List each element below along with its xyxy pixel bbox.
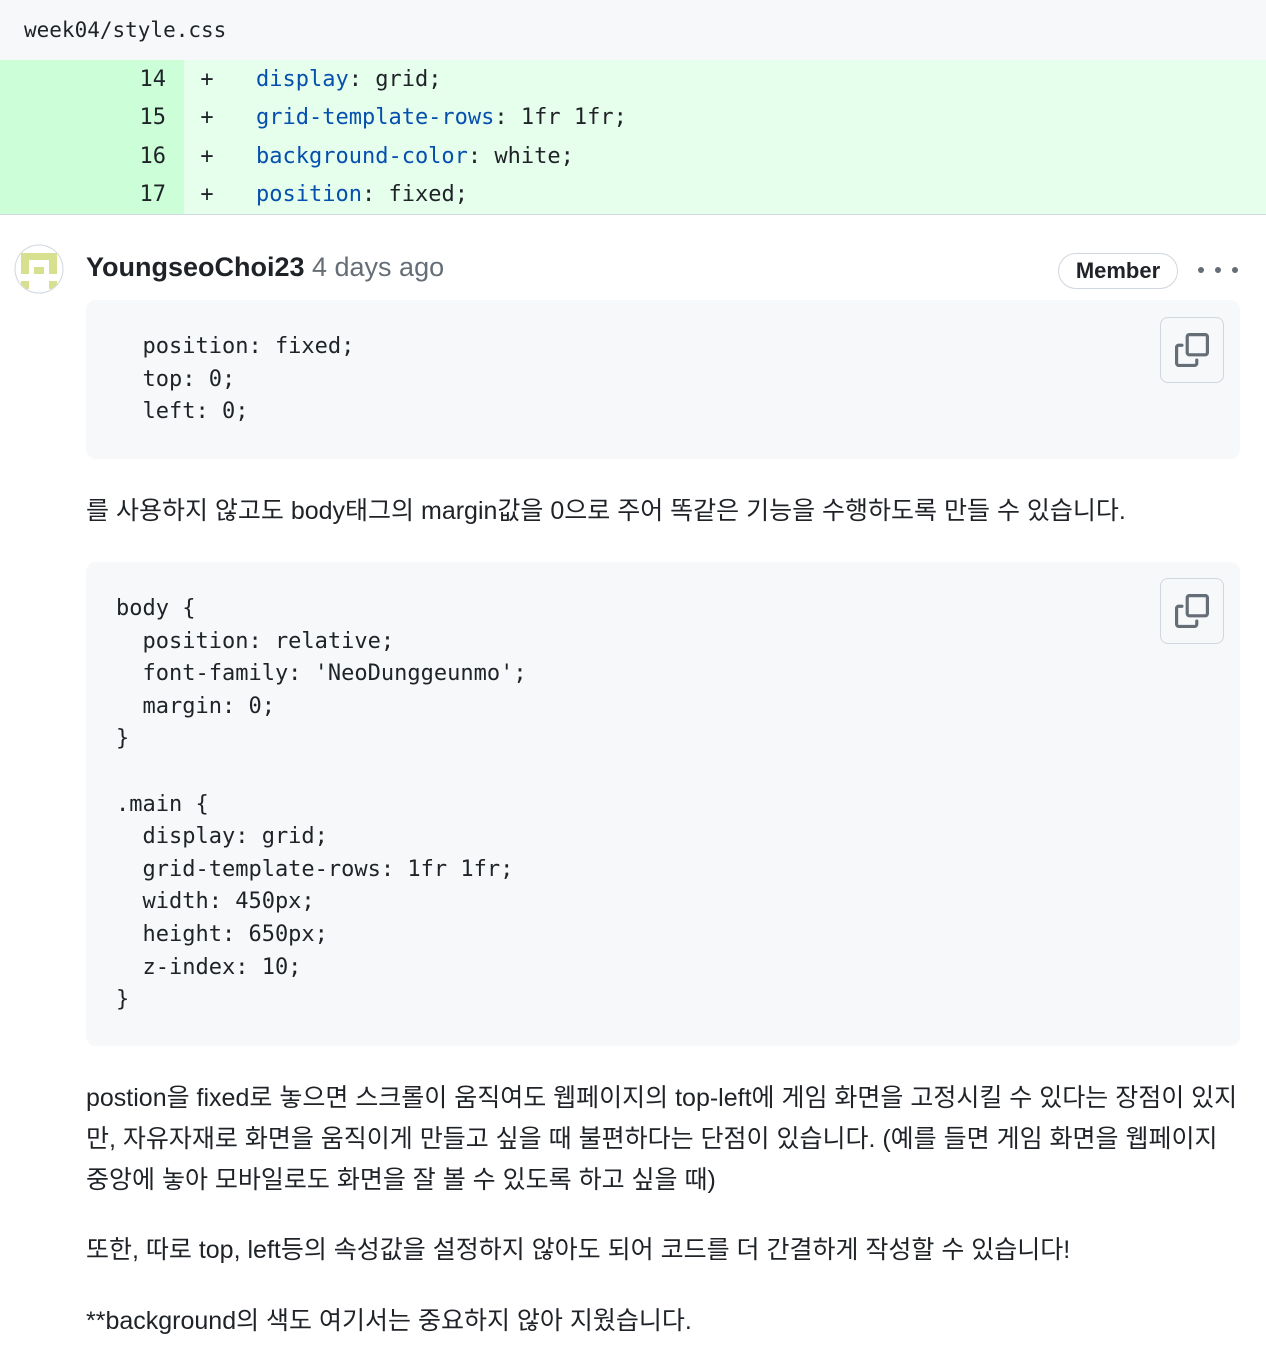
comment-author[interactable]: YoungseoChoi23 bbox=[86, 252, 305, 283]
css-value: grid; bbox=[361, 66, 442, 92]
line-number[interactable]: 17 bbox=[0, 175, 184, 214]
diff-add-sign: + bbox=[200, 66, 214, 92]
copy-icon bbox=[1175, 594, 1209, 628]
css-property: grid-template-rows bbox=[256, 105, 495, 131]
comment-timestamp[interactable]: 4 days ago bbox=[312, 252, 444, 283]
code-block-2: body { position: relative; font-family: … bbox=[86, 562, 1240, 1046]
line-number[interactable]: 15 bbox=[0, 98, 184, 137]
css-property: display bbox=[256, 66, 349, 92]
diff-line: 17 + position: fixed; bbox=[0, 175, 1266, 214]
diff-code: background-color: white; bbox=[256, 143, 574, 169]
kebab-horizontal-icon bbox=[1198, 267, 1204, 273]
avatar[interactable] bbox=[14, 244, 64, 299]
comment-paragraph: 를 사용하지 않고도 body태그의 margin값을 0으로 주어 똑같은 기… bbox=[86, 497, 1126, 525]
line-number[interactable]: 14 bbox=[0, 60, 184, 99]
copy-button[interactable] bbox=[1160, 317, 1224, 383]
copy-button[interactable] bbox=[1160, 578, 1224, 644]
diff-code: display: grid; bbox=[256, 66, 442, 92]
code-block-text: position: fixed; top: 0; left: 0; bbox=[142, 334, 355, 425]
line-number[interactable]: 16 bbox=[0, 137, 184, 176]
member-badge: Member bbox=[1058, 253, 1178, 289]
comment-paragraph: **background의 색도 여기서는 중요하지 않아 지웠습니다. bbox=[86, 1307, 692, 1335]
diff-add-sign: + bbox=[200, 182, 214, 208]
css-value: fixed; bbox=[375, 182, 468, 208]
comment-paragraph: postion을 fixed로 놓으면 스크롤이 움직여도 웹페이지의 top-… bbox=[86, 1084, 1238, 1194]
diff-code: grid-template-rows: 1fr 1fr; bbox=[256, 105, 627, 131]
diff-line: 15 + grid-template-rows: 1fr 1fr; bbox=[0, 98, 1266, 137]
diff-code: position: fixed; bbox=[256, 182, 468, 208]
diff-add-sign: + bbox=[200, 105, 214, 131]
copy-icon bbox=[1175, 333, 1209, 367]
diff-line: 14 + display: grid; bbox=[0, 60, 1266, 99]
more-options-button[interactable] bbox=[1198, 256, 1238, 284]
diff-add-sign: + bbox=[200, 143, 214, 169]
file-path-header[interactable]: week04/style.css bbox=[0, 0, 1266, 60]
file-path[interactable]: week04/style.css bbox=[24, 18, 226, 42]
css-property: background-color bbox=[256, 143, 468, 169]
css-property: position bbox=[256, 182, 362, 208]
comment-paragraph: 또한, 따로 top, left등의 속성값을 설정하지 않아도 되어 코드를 … bbox=[86, 1236, 1071, 1264]
code-block-text: body { position: relative; font-family: … bbox=[116, 596, 527, 1013]
css-value: 1fr 1fr; bbox=[507, 105, 627, 131]
code-block-1: position: fixed; top: 0; left: 0; bbox=[86, 300, 1240, 459]
diff-hunk: 14 + display: grid; 15 + grid-template-r… bbox=[0, 60, 1266, 215]
css-value: white; bbox=[481, 143, 574, 169]
diff-line: 16 + background-color: white; bbox=[0, 137, 1266, 176]
